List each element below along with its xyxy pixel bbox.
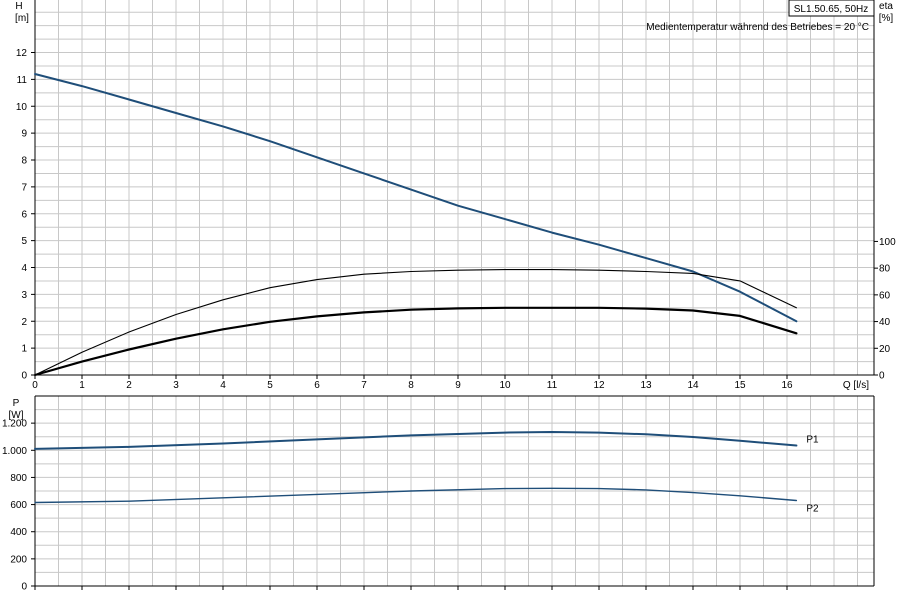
y-tick-label: 5	[21, 236, 27, 247]
y-tick-label: 7	[21, 182, 27, 193]
x-tick-label: 0	[32, 380, 38, 391]
x-tick-label: 11	[547, 380, 558, 391]
y2-axis-symbol: eta	[879, 1, 893, 12]
x-axis-label: Q [l/s]	[843, 380, 869, 391]
y-tick-label: 600	[10, 500, 27, 511]
y-tick-label: 3	[21, 290, 27, 301]
y-axis-unit: [m]	[15, 13, 29, 24]
y-tick-label: 0	[21, 582, 27, 593]
y-tick-label: 400	[10, 527, 27, 538]
pump-label: SL1.50.65, 50Hz	[794, 4, 869, 15]
y2-tick-label: 40	[879, 317, 891, 328]
y-tick-label: 8	[21, 156, 27, 167]
power-curve-p2	[34, 487, 798, 504]
y-tick-label: 6	[21, 209, 27, 220]
x-tick-label: 9	[455, 380, 461, 391]
y-axis-unit: [W]	[9, 410, 24, 421]
series-label-p1: P1	[806, 435, 819, 446]
x-tick-label: 3	[173, 380, 179, 391]
x-tick-label: 14	[687, 380, 699, 391]
power-curve-p1	[34, 431, 798, 450]
y2-tick-label: 20	[879, 344, 891, 355]
efficiency-curve-upper	[34, 269, 797, 376]
x-tick-label: 10	[499, 380, 511, 391]
y-tick-label: 1	[21, 344, 27, 355]
x-tick-label: 12	[593, 380, 605, 391]
x-tick-label: 7	[361, 380, 367, 391]
y-axis-symbol: H	[15, 1, 22, 12]
y-tick-label: 200	[10, 554, 27, 565]
y-tick-label: 4	[21, 263, 27, 274]
y2-tick-label: 60	[879, 290, 891, 301]
y2-tick-label: 0	[879, 371, 885, 382]
x-tick-label: 8	[408, 380, 414, 391]
y2-axis-unit: [%]	[879, 13, 894, 24]
y-tick-label: 0	[21, 371, 27, 382]
y-tick-label: 10	[16, 102, 28, 113]
x-tick-label: 16	[781, 380, 793, 391]
x-tick-label: 4	[220, 380, 226, 391]
x-tick-label: 2	[126, 380, 132, 391]
y-tick-label: 9	[21, 129, 27, 140]
y2-tick-label: 80	[879, 264, 891, 275]
y2-tick-label: 100	[879, 237, 896, 248]
y-tick-label: 12	[16, 48, 28, 59]
efficiency-curve-lower	[33, 306, 798, 377]
temperature-note: Medientemperatur während des Betriebes =…	[646, 22, 869, 33]
head-efficiency-panel: 01234567891011120 1 2 3 4 5 6 7 8 9 10 11 12 13 14 15 16…	[15, 0, 896, 391]
x-tick-label: 15	[734, 380, 746, 391]
x-tick-label: 13	[640, 380, 652, 391]
x-tick-label: 6	[314, 380, 320, 391]
pump-performance-chart: 01234567891011120 1 2 3 4 5 6 7 8 9 10 11 12 13 14 15 16…	[2, 0, 896, 593]
y-tick-label: 800	[10, 473, 27, 484]
series-label-p2: P2	[806, 504, 819, 515]
x-tick-label: 1	[79, 380, 85, 391]
power-panel: 02004006008001.0001.200P[W]P1P2	[2, 395, 875, 593]
y-axis-symbol: P	[13, 398, 20, 409]
y-tick-label: 1.000	[2, 446, 27, 457]
head-curve	[34, 73, 798, 323]
x-tick-label: 5	[267, 380, 273, 391]
y-tick-label: 2	[21, 317, 27, 328]
y-tick-label: 11	[17, 75, 28, 86]
